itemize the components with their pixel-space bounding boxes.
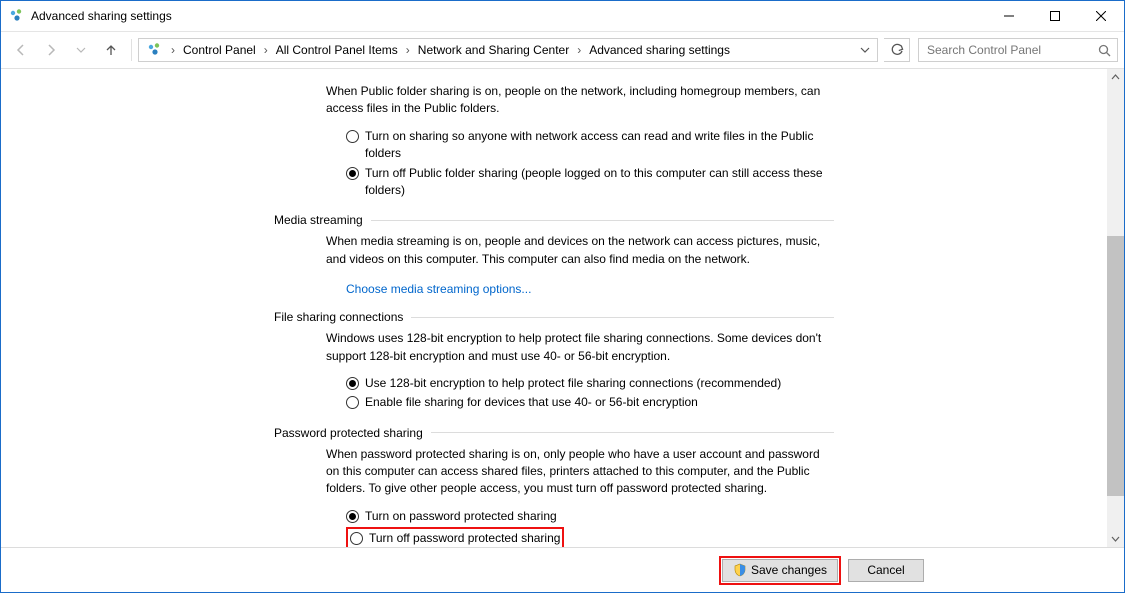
breadcrumb-all-items[interactable]: All Control Panel Items: [272, 39, 402, 61]
chevron-right-icon[interactable]: ›: [167, 43, 179, 57]
cancel-button[interactable]: Cancel: [848, 559, 924, 582]
option-label: Turn on sharing so anyone with network a…: [365, 128, 834, 163]
titlebar: Advanced sharing settings: [1, 1, 1124, 32]
search-input[interactable]: [925, 42, 1094, 58]
section-title: Media streaming: [274, 213, 363, 227]
button-label: Save changes: [751, 563, 827, 577]
media-streaming-header: Media streaming: [274, 213, 834, 227]
window-frame: Advanced sharing settings: [0, 0, 1125, 593]
close-button[interactable]: [1078, 1, 1124, 31]
chevron-right-icon[interactable]: ›: [260, 43, 272, 57]
address-icon: [143, 39, 167, 61]
public-folder-on-option[interactable]: Turn on sharing so anyone with network a…: [346, 128, 834, 163]
option-label: Turn off password protected sharing: [369, 530, 560, 547]
minimize-button[interactable]: [986, 1, 1032, 31]
chevron-right-icon[interactable]: ›: [573, 43, 585, 57]
scroll-up-button[interactable]: [1107, 69, 1124, 86]
address-dropdown-button[interactable]: [855, 39, 875, 61]
file-sharing-header: File sharing connections: [274, 310, 834, 324]
media-streaming-link[interactable]: Choose media streaming options...: [346, 282, 531, 296]
encryption-4056-option[interactable]: Enable file sharing for devices that use…: [346, 394, 834, 411]
nav-separator: [131, 39, 132, 61]
radio-icon[interactable]: [346, 167, 359, 180]
breadcrumb-control-panel[interactable]: Control Panel: [179, 39, 260, 61]
breadcrumb-advanced-sharing[interactable]: Advanced sharing settings: [585, 39, 734, 61]
radio-icon[interactable]: [350, 532, 363, 545]
radio-icon[interactable]: [346, 396, 359, 409]
search-box[interactable]: [918, 38, 1118, 62]
forward-button[interactable]: [37, 36, 65, 64]
refresh-button[interactable]: [884, 38, 910, 62]
address-bar[interactable]: › Control Panel › All Control Panel Item…: [138, 38, 878, 62]
media-streaming-description: When media streaming is on, people and d…: [326, 233, 834, 268]
highlight-annotation: Turn off password protected sharing: [346, 527, 564, 547]
radio-icon[interactable]: [346, 510, 359, 523]
encryption-128-option[interactable]: Use 128-bit encryption to help protect f…: [346, 375, 834, 392]
password-off-option[interactable]: Turn off password protected sharing: [350, 530, 560, 547]
search-icon[interactable]: [1098, 44, 1111, 57]
breadcrumb-network-sharing[interactable]: Network and Sharing Center: [414, 39, 573, 61]
window-title: Advanced sharing settings: [31, 9, 172, 23]
scrollbar-track[interactable]: [1107, 86, 1124, 530]
button-label: Cancel: [867, 563, 904, 577]
password-sharing-description: When password protected sharing is on, o…: [326, 446, 834, 498]
public-folder-description: When Public folder sharing is on, people…: [326, 83, 834, 118]
vertical-scrollbar[interactable]: [1107, 69, 1124, 547]
scroll-down-button[interactable]: [1107, 530, 1124, 547]
recent-locations-button[interactable]: [67, 36, 95, 64]
radio-icon[interactable]: [346, 377, 359, 390]
app-icon: [9, 8, 25, 24]
radio-icon[interactable]: [346, 130, 359, 143]
divider: [371, 220, 834, 221]
scrollbar-thumb[interactable]: [1107, 236, 1124, 496]
divider: [431, 432, 834, 433]
option-label: Turn off Public folder sharing (people l…: [365, 165, 834, 200]
bottom-bar: Save changes Cancel: [1, 547, 1124, 592]
maximize-button[interactable]: [1032, 1, 1078, 31]
password-on-option[interactable]: Turn on password protected sharing: [346, 508, 834, 525]
option-label: Use 128-bit encryption to help protect f…: [365, 375, 781, 392]
navbar: › Control Panel › All Control Panel Item…: [1, 32, 1124, 69]
up-button[interactable]: [97, 36, 125, 64]
section-title: Password protected sharing: [274, 426, 423, 440]
option-label: Enable file sharing for devices that use…: [365, 394, 698, 411]
password-sharing-header: Password protected sharing: [274, 426, 834, 440]
chevron-right-icon[interactable]: ›: [402, 43, 414, 57]
divider: [411, 317, 834, 318]
section-title: File sharing connections: [274, 310, 403, 324]
file-sharing-description: Windows uses 128-bit encryption to help …: [326, 330, 834, 365]
content-pane: When Public folder sharing is on, people…: [1, 69, 1107, 547]
back-button[interactable]: [7, 36, 35, 64]
public-folder-off-option[interactable]: Turn off Public folder sharing (people l…: [346, 165, 834, 200]
client-area: When Public folder sharing is on, people…: [1, 69, 1124, 547]
option-label: Turn on password protected sharing: [365, 508, 557, 525]
save-changes-button[interactable]: Save changes: [722, 559, 838, 582]
shield-icon: [733, 563, 747, 577]
